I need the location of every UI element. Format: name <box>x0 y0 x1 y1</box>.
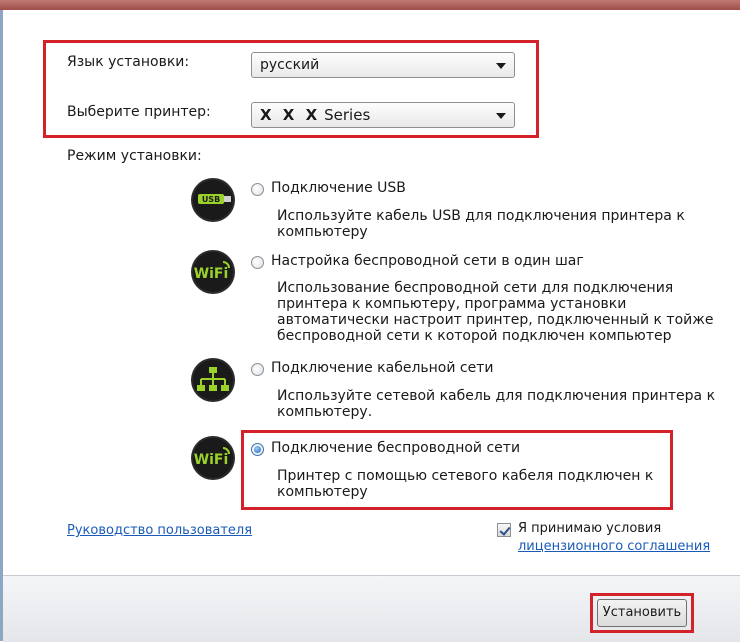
option-one-step-wireless-title[interactable]: Настройка беспроводной сети в один шаг <box>271 253 584 269</box>
radio-one-step-wireless[interactable] <box>251 256 264 269</box>
desc-line: Использование беспроводной сети для подк… <box>277 280 674 296</box>
install-button[interactable]: Установить <box>597 599 687 627</box>
installer-panel: Язык установки: русский Выберите принтер… <box>3 10 740 575</box>
option-wired-network-title[interactable]: Подключение кабельной сети <box>271 360 493 376</box>
radio-wired-network[interactable] <box>251 363 264 376</box>
wifi-icon: WiFi <box>191 436 235 480</box>
wifi-icon: WiFi <box>191 250 235 294</box>
language-label: Язык установки: <box>67 54 190 70</box>
option-usb-desc: Используйте кабель USB для подключения п… <box>277 208 685 240</box>
license-agreement-link[interactable]: лицензионного соглашения <box>518 539 710 554</box>
printer-model-suffix: Series <box>324 106 371 124</box>
printer-value: X X X Series <box>260 106 370 124</box>
desc-line: Используйте кабель USB для подключения п… <box>277 208 685 224</box>
desc-line: компьютеру. <box>277 404 373 420</box>
network-icon <box>191 358 235 402</box>
license-checkbox[interactable] <box>497 523 511 537</box>
chevron-down-icon <box>496 113 506 119</box>
desc-line: Принтер с помощью сетевого кабеля подклю… <box>277 468 654 484</box>
desc-line: компьютеру <box>277 224 368 240</box>
language-select[interactable]: русский <box>251 52 515 78</box>
printer-label: Выберите принтер: <box>67 104 211 120</box>
desc-line: беспроводной сети к которой подключен ко… <box>277 328 672 344</box>
option-wireless-network-desc: Принтер с помощью сетевого кабеля подклю… <box>277 468 653 500</box>
radio-usb[interactable] <box>251 183 264 196</box>
option-usb-title[interactable]: Подключение USB <box>271 180 406 196</box>
option-wired-network-desc: Используйте сетевой кабель для подключен… <box>277 388 715 420</box>
chevron-down-icon <box>496 63 506 69</box>
license-text: Я принимаю условия <box>518 521 662 536</box>
wifi-icon-label: WiFi <box>194 452 229 468</box>
desc-line: принтера к компьютеру, программа установ… <box>277 296 627 312</box>
footer-bar: Установить <box>3 575 740 642</box>
language-value: русский <box>260 57 320 73</box>
desc-line: компьютеру <box>277 484 368 500</box>
wifi-icon-label: WiFi <box>194 266 229 282</box>
desc-line: автоматически настроит принтер, подключе… <box>277 312 714 328</box>
window-top-border <box>0 0 740 10</box>
printer-model-prefix: X X X <box>260 106 321 124</box>
radio-wireless-network[interactable] <box>251 443 264 456</box>
printer-select[interactable]: X X X Series <box>251 102 515 128</box>
install-mode-label: Режим установки: <box>67 148 202 164</box>
user-guide-link[interactable]: Руководство пользователя <box>67 523 252 538</box>
option-wireless-network-title[interactable]: Подключение беспроводной сети <box>271 440 520 456</box>
option-one-step-wireless-desc: Использование беспроводной сети для подк… <box>277 280 713 344</box>
usb-icon: USB <box>191 178 235 222</box>
usb-icon-label: USB <box>202 195 220 204</box>
desc-line: Используйте сетевой кабель для подключен… <box>277 388 716 404</box>
